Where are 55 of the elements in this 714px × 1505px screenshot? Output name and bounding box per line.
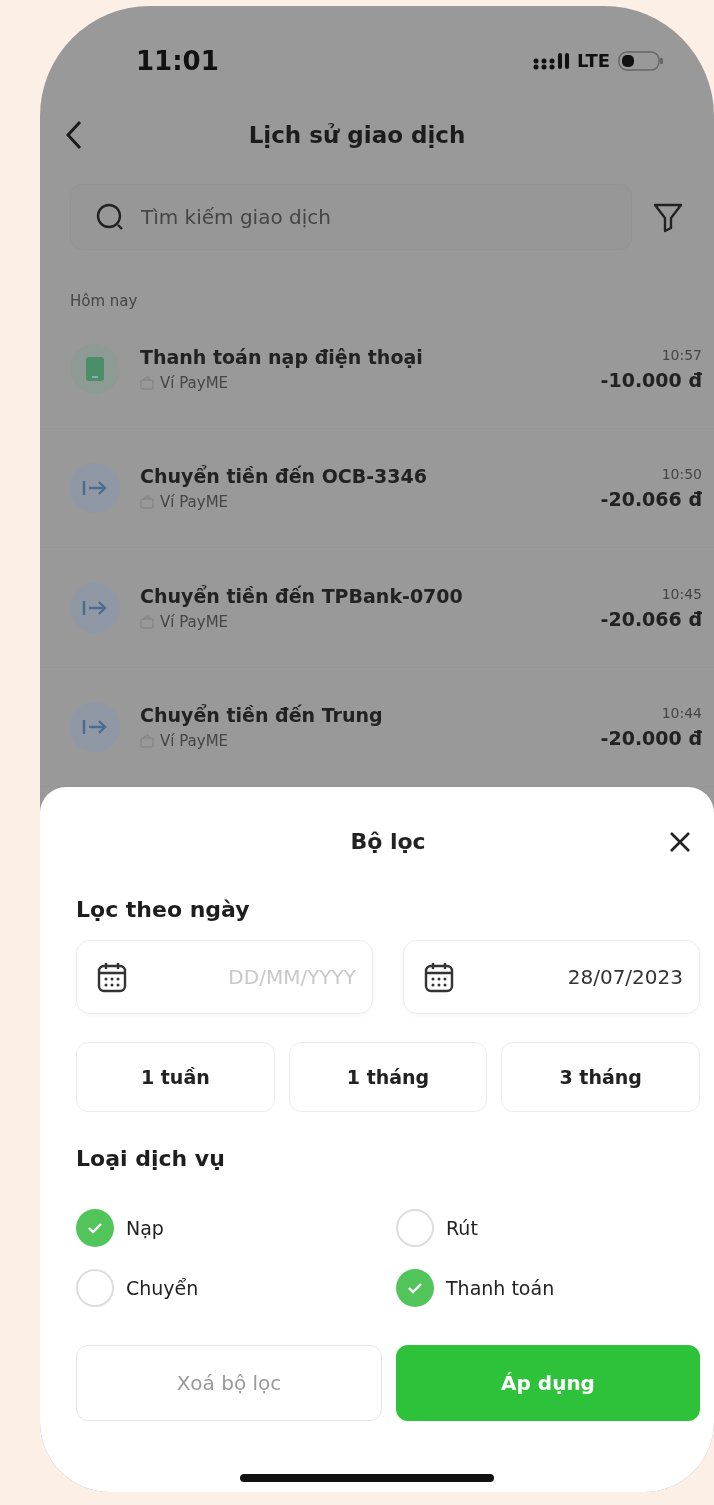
transaction-source: Ví PayME — [160, 374, 229, 393]
transaction-amount: -20.066 đ — [600, 488, 702, 511]
calendar-icon — [424, 960, 454, 993]
phone-icon — [70, 344, 120, 395]
close-icon — [668, 829, 692, 854]
checkbox[interactable] — [396, 1268, 434, 1307]
battery-icon — [618, 49, 664, 72]
date-heading: Lọc theo ngày — [76, 896, 251, 922]
transaction-source: Ví PayME — [160, 731, 229, 750]
transaction-title: Chuyển tiền đến TPBank-0700 — [140, 584, 464, 607]
filter-icon[interactable] — [652, 201, 684, 234]
period-button[interactable]: 1 tháng — [288, 1041, 488, 1112]
transaction-row[interactable]: Chuyển tiền đến Trung Ví PayME 10:44 -20.000 đ — [40, 667, 714, 787]
service-label: Nạp — [126, 1216, 164, 1239]
check-icon — [87, 1221, 103, 1234]
service-label: Chuyển — [126, 1276, 199, 1299]
transaction-amount: -20.000 đ — [600, 726, 702, 749]
checkbox[interactable] — [76, 1268, 114, 1307]
transfer-icon — [70, 701, 120, 752]
transaction-time: 10:45 — [661, 585, 702, 602]
service-label: Thanh toán — [446, 1276, 555, 1299]
transaction-amount: -20.066 đ — [600, 607, 702, 630]
transaction-time: 10:50 — [661, 466, 702, 483]
transaction-time: 10:44 — [661, 704, 702, 721]
status-time: 11:01 — [136, 45, 219, 76]
transaction-row[interactable]: Thanh toán nạp điện thoại Ví PayME 10:57 -10.000 đ — [40, 310, 714, 430]
transaction-title: Chuyển tiền đến OCB-3346 — [140, 465, 428, 488]
checkbox[interactable] — [396, 1208, 434, 1247]
period-button[interactable]: 3 tháng — [501, 1041, 700, 1112]
transfer-icon — [70, 582, 120, 633]
transaction-time: 10:57 — [661, 347, 702, 364]
section-heading: Hôm nay — [69, 291, 139, 311]
to-date-input[interactable]: 28/07/2023 — [462, 963, 685, 990]
checkbox[interactable] — [76, 1208, 114, 1247]
check-icon — [407, 1281, 423, 1294]
transaction-source: Ví PayME — [160, 493, 229, 512]
network-label: LTE — [576, 50, 610, 72]
transaction-row[interactable]: Chuyển tiền đến OCB-3346 Ví PayME 10:50 -20.066 đ — [40, 429, 714, 549]
service-heading: Loại dịch vụ — [76, 1145, 226, 1171]
search-field[interactable]: Tìm kiếm giao dịch — [70, 184, 632, 251]
transfer-icon — [70, 463, 120, 514]
service-label: Rút — [446, 1216, 478, 1239]
page-title: Lịch sử giao dịch — [247, 121, 467, 148]
signal-icon — [532, 51, 569, 70]
transaction-title: Thanh toán nạp điện thoại — [140, 346, 424, 369]
transaction-source: Ví PayME — [160, 612, 229, 631]
transaction-amount: -10.000 đ — [600, 369, 702, 392]
sheet-title: Bộ lọc — [349, 829, 427, 855]
transaction-row[interactable]: Chuyển tiền đến TPBank-0700 Ví PayME 10:45 -20.066 đ — [40, 548, 714, 668]
back-icon[interactable] — [64, 118, 84, 151]
to-date-field[interactable]: 28/07/2023 — [403, 939, 700, 1014]
calendar-icon — [97, 960, 127, 993]
search-input[interactable]: Tìm kiếm giao dịch — [139, 204, 607, 231]
transaction-title: Chuyển tiền đến Trung — [140, 703, 384, 726]
period-button[interactable]: 1 tuần — [76, 1041, 275, 1112]
